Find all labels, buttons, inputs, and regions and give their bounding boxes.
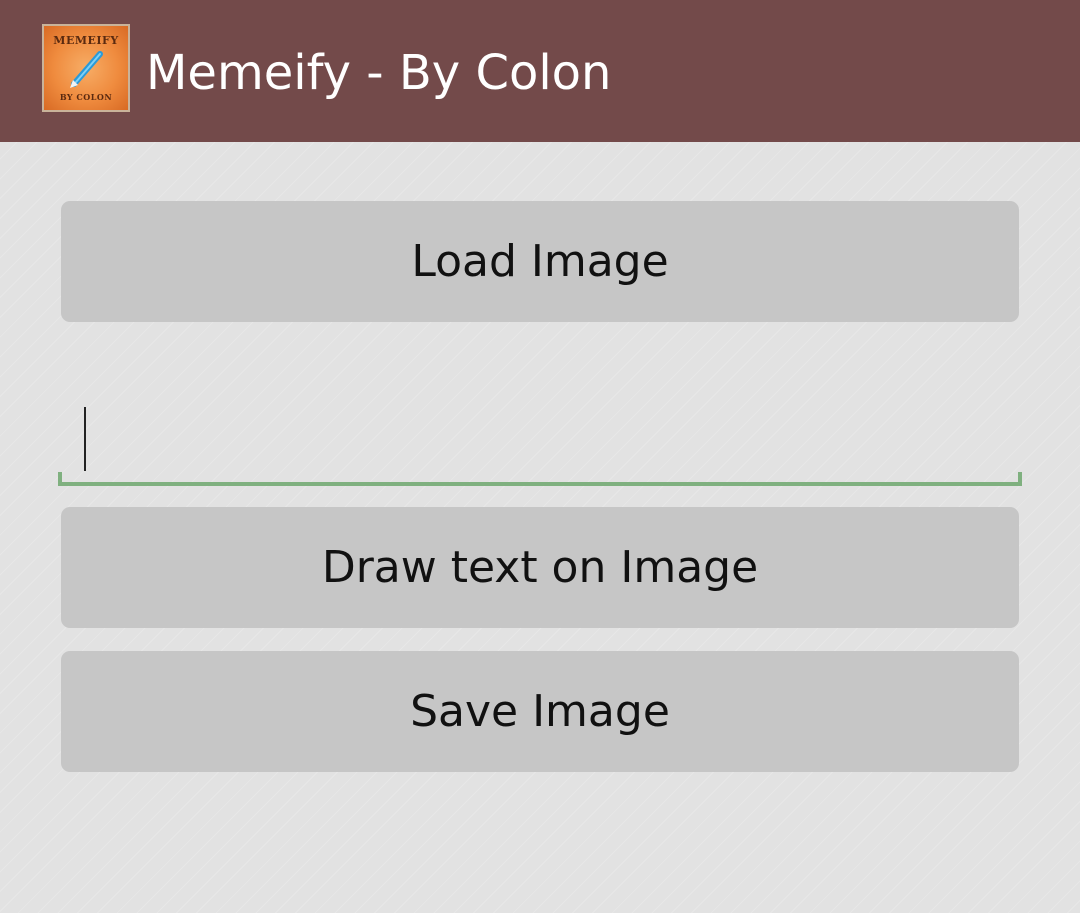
- meme-text-input[interactable]: [70, 402, 1000, 474]
- app-title: Memeify - By Colon: [146, 45, 612, 101]
- app-logo: MEMEIFY BY COLON: [42, 24, 130, 112]
- logo-bottom-text: BY COLON: [59, 92, 113, 102]
- meme-text-field[interactable]: [58, 390, 1022, 486]
- pen-icon: [70, 51, 103, 88]
- draw-text-button[interactable]: Draw text on Image: [61, 507, 1019, 628]
- action-bar: MEMEIFY BY COLON Memeify - By Colon: [0, 0, 1080, 142]
- field-underline-right: [1018, 472, 1022, 484]
- text-cursor: [84, 407, 86, 471]
- logo-top-text: MEMEIFY: [53, 34, 119, 47]
- save-image-button[interactable]: Save Image: [61, 651, 1019, 772]
- load-image-button[interactable]: Load Image: [61, 201, 1019, 322]
- field-underline: [58, 482, 1022, 486]
